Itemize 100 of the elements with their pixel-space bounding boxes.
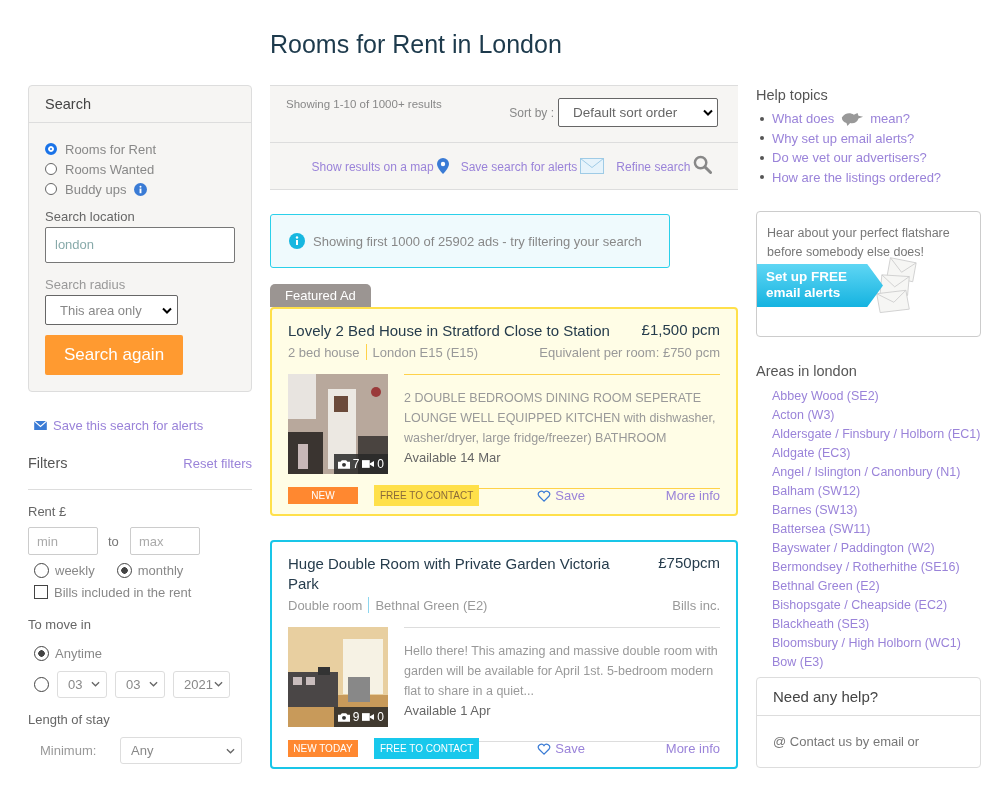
filters-title: Filters bbox=[28, 455, 68, 471]
area-link[interactable]: Bow (E3) bbox=[772, 653, 981, 672]
checkbox-label: Bills included in the rent bbox=[54, 584, 192, 600]
results-link[interactable]: Refine search bbox=[616, 155, 713, 174]
to-label: to bbox=[108, 533, 120, 549]
listing-area: Bethnal Green (E2) bbox=[375, 597, 488, 613]
room-type: Double room bbox=[288, 597, 363, 613]
min-rent-field[interactable]: min bbox=[28, 527, 98, 555]
video-count: 0 bbox=[377, 710, 384, 724]
contact-text: @ Contact us by email or bbox=[773, 734, 920, 749]
chevron-icon bbox=[91, 681, 100, 687]
radio-label: Anytime bbox=[55, 645, 102, 661]
video-icon bbox=[362, 712, 375, 722]
room-type: 2 bed house bbox=[288, 344, 360, 360]
save-link[interactable]: Save bbox=[537, 488, 585, 503]
help-link[interactable]: How are the listings ordered? bbox=[772, 169, 942, 185]
listing-title[interactable]: Lovely 2 Bed House in Stratford Close to Station bbox=[288, 321, 610, 341]
alerts-banner[interactable]: Set up FREE email alerts bbox=[757, 264, 883, 307]
month-select[interactable]: 03 bbox=[115, 670, 165, 698]
radio-button[interactable] bbox=[34, 562, 49, 578]
bird-icon bbox=[840, 110, 865, 128]
save-link[interactable]: Save bbox=[537, 741, 585, 756]
save-search-link[interactable]: Save this search for alerts bbox=[34, 418, 252, 433]
radio-button[interactable] bbox=[34, 645, 49, 661]
area-link[interactable]: Battersea (SW11) bbox=[772, 520, 981, 539]
location-field[interactable]: london bbox=[45, 227, 235, 263]
listing-area: London E15 (E15) bbox=[372, 344, 479, 360]
photo-count: 7 bbox=[352, 457, 360, 471]
help-link[interactable]: What does mean? bbox=[772, 110, 910, 128]
contact-badge: FREE TO CONTACT bbox=[374, 485, 480, 506]
area-link[interactable]: Bishopsgate / Cheapside (EC2) bbox=[772, 596, 981, 615]
radio-button[interactable] bbox=[45, 163, 57, 175]
listing-title[interactable]: Huge Double Room with Private Garden Victoria Park bbox=[288, 554, 641, 594]
minimum-select[interactable]: Any bbox=[120, 737, 242, 764]
help-link[interactable]: Do we vet our advertisers? bbox=[772, 150, 927, 166]
more-info-link[interactable]: More info bbox=[665, 741, 720, 756]
minimum-label: Minimum: bbox=[40, 743, 98, 758]
area-link[interactable]: Blackheath (SE3) bbox=[772, 615, 981, 634]
contact-badge: FREE TO CONTACT bbox=[374, 738, 480, 759]
photo-count: 9 bbox=[352, 710, 360, 724]
heart-icon bbox=[537, 742, 552, 755]
sort-label: Sort by : bbox=[509, 105, 554, 120]
chevron-icon bbox=[214, 681, 223, 687]
radio-label: monthly bbox=[137, 562, 184, 578]
search-icon bbox=[693, 155, 713, 174]
area-link[interactable]: Balham (SW12) bbox=[772, 482, 981, 501]
area-link[interactable]: Abbey Wood (SE2) bbox=[772, 387, 981, 406]
radio-button[interactable] bbox=[45, 183, 57, 195]
listing-extra: Equivalent per room: £750 pcm bbox=[539, 344, 720, 360]
listing-extra: Bills inc. bbox=[672, 597, 720, 613]
results-link[interactable]: Save search for alerts bbox=[460, 158, 605, 174]
area-link[interactable]: Bloomsbury / High Holborn (WC1) bbox=[772, 634, 981, 653]
panel-title: Search bbox=[45, 96, 91, 112]
radio-button[interactable] bbox=[116, 562, 132, 578]
area-link[interactable]: Acton (W3) bbox=[772, 406, 981, 425]
area-link[interactable]: Bermondsey / Rotherhithe (SE16) bbox=[772, 558, 981, 577]
help-link[interactable]: Why set up email alerts? bbox=[772, 130, 915, 146]
more-info-link[interactable]: More info bbox=[665, 488, 720, 503]
day-select[interactable]: 03 bbox=[57, 670, 107, 698]
availability: Available 14 Mar bbox=[404, 449, 502, 467]
radio-button[interactable] bbox=[45, 143, 57, 155]
alert-promo[interactable]: Hear about your perfect flatshare before somebody else does! Set up FREE email alerts bbox=[756, 211, 981, 337]
area-link[interactable]: Bayswater / Paddington (W2) bbox=[772, 539, 981, 558]
heart-icon bbox=[537, 489, 552, 502]
chevron-icon bbox=[162, 306, 172, 314]
video-icon bbox=[362, 459, 375, 469]
section-label: Rent £ bbox=[28, 504, 68, 519]
listing-price: £1,500 pcm bbox=[641, 321, 720, 340]
listing-card[interactable] bbox=[270, 307, 738, 516]
radius-select[interactable]: This area only bbox=[45, 295, 178, 325]
reset-filters-link[interactable]: Reset filters bbox=[183, 455, 252, 471]
envelope-icon bbox=[580, 158, 605, 174]
availability: Available 1 Apr bbox=[404, 702, 492, 720]
promo-text: Hear about your perfect flatshare before somebody else does! bbox=[766, 225, 951, 261]
video-count: 0 bbox=[377, 457, 384, 471]
sort-select[interactable]: Default sort order bbox=[558, 98, 718, 127]
help-box-title: Need any help? bbox=[773, 688, 879, 705]
year-select[interactable]: 2021 bbox=[173, 670, 230, 698]
area-link[interactable]: Barnes (SW13) bbox=[772, 501, 981, 520]
listing-card[interactable] bbox=[270, 540, 738, 769]
area-link[interactable]: Bethnal Green (E2) bbox=[772, 577, 981, 596]
radio-button[interactable] bbox=[34, 676, 49, 692]
chevron-icon bbox=[703, 109, 713, 116]
chevron-icon bbox=[149, 681, 158, 687]
areas-title: Areas in london bbox=[756, 363, 858, 379]
mail-icon bbox=[34, 421, 47, 430]
info-icon bbox=[289, 233, 305, 249]
area-link[interactable]: Angel / Islington / Canonbury (N1) bbox=[772, 463, 981, 482]
max-rent-field[interactable]: max bbox=[130, 527, 200, 555]
checkbox[interactable] bbox=[34, 585, 48, 599]
listing-description: Hello there! This amazing and massive double room with garden will be available for April 1st. 5-bedroom modern flat to share in a quiet... bbox=[404, 643, 719, 700]
radio-label: weekly bbox=[55, 562, 95, 578]
radio-label: Buddy ups bbox=[65, 181, 127, 197]
results-link[interactable]: Show results on a map bbox=[311, 158, 449, 174]
info-icon[interactable] bbox=[134, 182, 148, 196]
radio-label: Rooms Wanted bbox=[65, 161, 155, 177]
area-link[interactable]: Aldgate (EC3) bbox=[772, 444, 981, 463]
area-link[interactable]: Aldersgate / Finsbury / Holborn (EC1) bbox=[772, 425, 981, 444]
search-button[interactable]: Search again bbox=[45, 335, 183, 375]
chevron-icon bbox=[226, 747, 235, 754]
